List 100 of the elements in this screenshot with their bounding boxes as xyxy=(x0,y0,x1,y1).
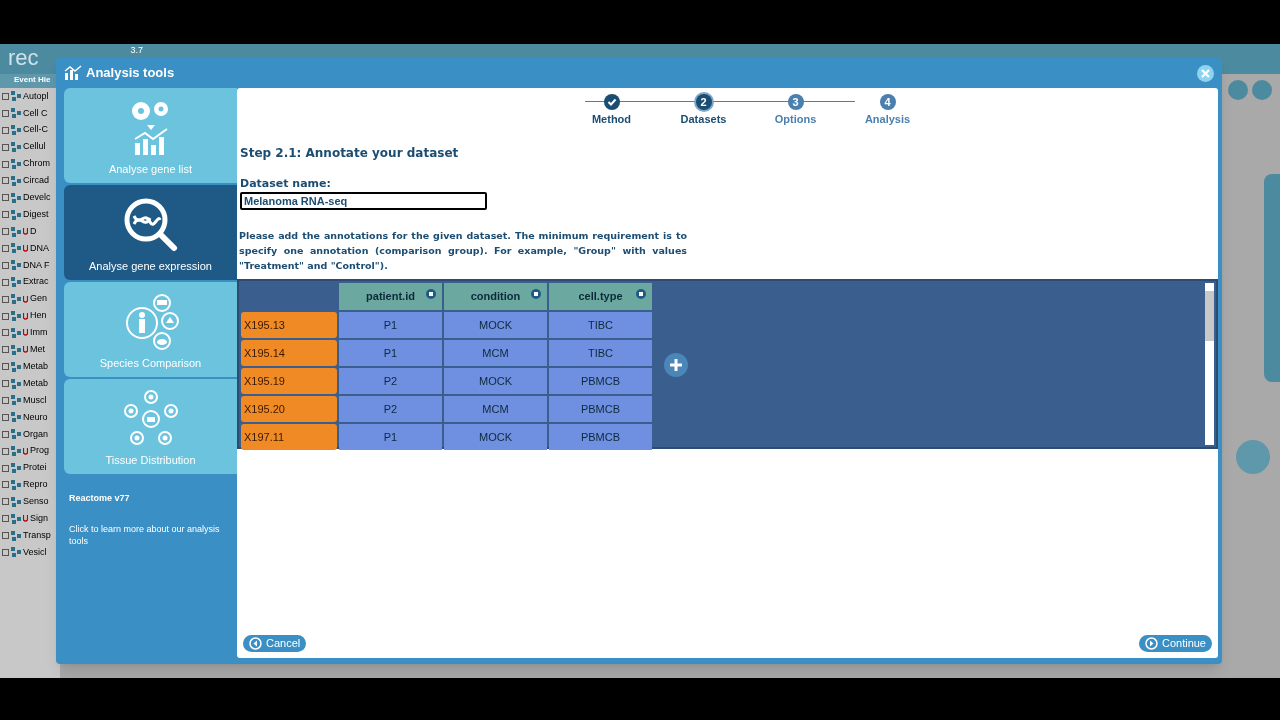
delete-icon[interactable] xyxy=(636,289,646,299)
tree-item[interactable]: Cellul xyxy=(23,140,46,154)
table-cell[interactable]: PBMCB xyxy=(549,424,652,450)
pathway-icon xyxy=(11,125,21,136)
expand-icon[interactable] xyxy=(2,143,9,151)
expand-icon[interactable] xyxy=(2,430,9,438)
expand-icon[interactable] xyxy=(2,329,9,337)
tree-item[interactable]: Repro xyxy=(23,478,48,492)
expand-icon[interactable] xyxy=(2,194,9,202)
tree-item[interactable]: Met xyxy=(30,343,45,357)
table-cell[interactable]: PBMCB xyxy=(549,396,652,422)
tree-item[interactable]: Extrac xyxy=(23,275,49,289)
expand-icon[interactable] xyxy=(2,481,9,489)
tree-item[interactable]: Autopl xyxy=(23,89,49,104)
expand-icon[interactable] xyxy=(2,177,9,185)
tree-item[interactable]: Senso xyxy=(23,495,49,509)
expand-icon[interactable] xyxy=(2,532,9,540)
tree-item[interactable]: Circad xyxy=(23,174,49,188)
table-cell[interactable]: TIBC xyxy=(549,312,652,338)
expand-icon[interactable] xyxy=(2,160,9,168)
tree-item[interactable]: Vesicl xyxy=(23,545,47,560)
tree-item[interactable]: Neuro xyxy=(23,410,48,425)
cancel-button[interactable]: Cancel xyxy=(243,635,307,652)
tree-item[interactable]: Hen xyxy=(30,309,47,323)
sample-cell: X195.13 xyxy=(241,312,337,338)
table-cell[interactable]: MCM xyxy=(444,396,547,422)
close-icon xyxy=(1201,68,1210,78)
expand-icon[interactable] xyxy=(2,549,9,556)
pathway-icon xyxy=(11,395,21,406)
expand-icon[interactable] xyxy=(2,109,9,117)
expand-icon[interactable] xyxy=(2,498,9,506)
step-heading: Step 2.1: Annotate your dataset xyxy=(240,144,460,162)
expand-icon[interactable] xyxy=(2,447,9,455)
table-cell[interactable]: MOCK xyxy=(444,368,547,394)
expand-icon[interactable] xyxy=(2,211,9,219)
pathway-icon xyxy=(11,496,21,507)
tree-item[interactable]: Muscl xyxy=(23,393,47,408)
expand-icon[interactable] xyxy=(2,363,9,371)
tree-item[interactable]: D xyxy=(30,224,37,239)
pathway-icon xyxy=(11,530,21,541)
expand-icon[interactable] xyxy=(2,278,9,286)
tree-item[interactable]: Organ xyxy=(23,427,48,441)
step-label: Method xyxy=(591,112,632,127)
table-cell[interactable]: P1 xyxy=(339,312,442,338)
pathway-icon xyxy=(11,175,21,186)
tree-item[interactable]: Metab xyxy=(23,376,48,391)
pathway-icon xyxy=(11,327,21,338)
tree-item[interactable]: Prog xyxy=(30,444,49,458)
dataset-name-field[interactable]: Melanoma RNA-seq xyxy=(240,192,487,210)
step-number: 3 xyxy=(792,94,799,110)
tissue-network-icon xyxy=(121,389,180,448)
pathway-icon xyxy=(11,463,21,474)
expand-icon[interactable] xyxy=(2,464,9,472)
tree-item[interactable]: Protei xyxy=(23,461,47,475)
expand-icon[interactable] xyxy=(2,295,9,303)
expand-icon[interactable] xyxy=(2,515,9,523)
tree-item[interactable]: Cell C xyxy=(23,106,48,121)
pathway-icon xyxy=(11,311,21,321)
delete-icon[interactable] xyxy=(426,289,436,299)
table-cell[interactable]: P2 xyxy=(339,368,442,394)
sample-cell: X195.19 xyxy=(241,368,337,394)
table-cell[interactable]: MOCK xyxy=(444,312,547,338)
table-cell[interactable]: P1 xyxy=(339,340,442,366)
expand-icon[interactable] xyxy=(2,346,9,354)
column-header[interactable]: patient.id xyxy=(339,283,442,310)
continue-button[interactable]: Continue xyxy=(1138,635,1212,652)
expand-icon[interactable] xyxy=(2,312,9,320)
pathway-icon xyxy=(11,378,21,389)
tree-item[interactable]: Develc xyxy=(23,191,51,205)
tree-item[interactable]: Metab xyxy=(23,359,48,374)
expand-icon[interactable] xyxy=(2,261,9,269)
tree-item[interactable]: Transp xyxy=(23,528,51,543)
tree-item[interactable]: Chrom xyxy=(23,157,50,171)
step-label: Options xyxy=(774,112,817,127)
tree-item[interactable]: DNA F xyxy=(23,258,50,273)
table-cell[interactable]: P1 xyxy=(339,424,442,450)
step-label: Analysis xyxy=(864,112,911,127)
table-cell[interactable]: MOCK xyxy=(444,424,547,450)
column-header[interactable]: cell.type xyxy=(549,283,652,310)
table-cell[interactable]: TIBC xyxy=(549,340,652,366)
close-button[interactable] xyxy=(1197,64,1214,82)
tree-item[interactable]: Cell-C xyxy=(23,123,48,137)
tree-item[interactable]: Sign xyxy=(30,511,48,526)
info-link[interactable]: Click to learn more about our analysis tools xyxy=(69,522,229,547)
tree-item[interactable]: Imm xyxy=(30,326,48,340)
sidebar-item[interactable]: Analyse gene expression xyxy=(64,185,237,280)
tree-item[interactable]: Gen xyxy=(30,292,47,306)
tree-item[interactable]: Digest xyxy=(23,207,49,222)
delete-icon[interactable] xyxy=(531,289,541,299)
add-column-button[interactable] xyxy=(664,353,688,377)
table-cell[interactable]: PBMCB xyxy=(549,368,652,394)
scrollbar[interactable] xyxy=(1205,283,1214,445)
column-header[interactable]: condition xyxy=(444,283,547,310)
expand-icon[interactable] xyxy=(2,413,9,421)
table-cell[interactable]: P2 xyxy=(339,396,442,422)
tree-item[interactable]: DNA xyxy=(30,241,49,256)
expand-icon[interactable] xyxy=(2,126,9,134)
expand-icon[interactable] xyxy=(2,92,9,100)
table-cell[interactable]: MCM xyxy=(444,340,547,366)
pathway-icon xyxy=(11,479,21,490)
